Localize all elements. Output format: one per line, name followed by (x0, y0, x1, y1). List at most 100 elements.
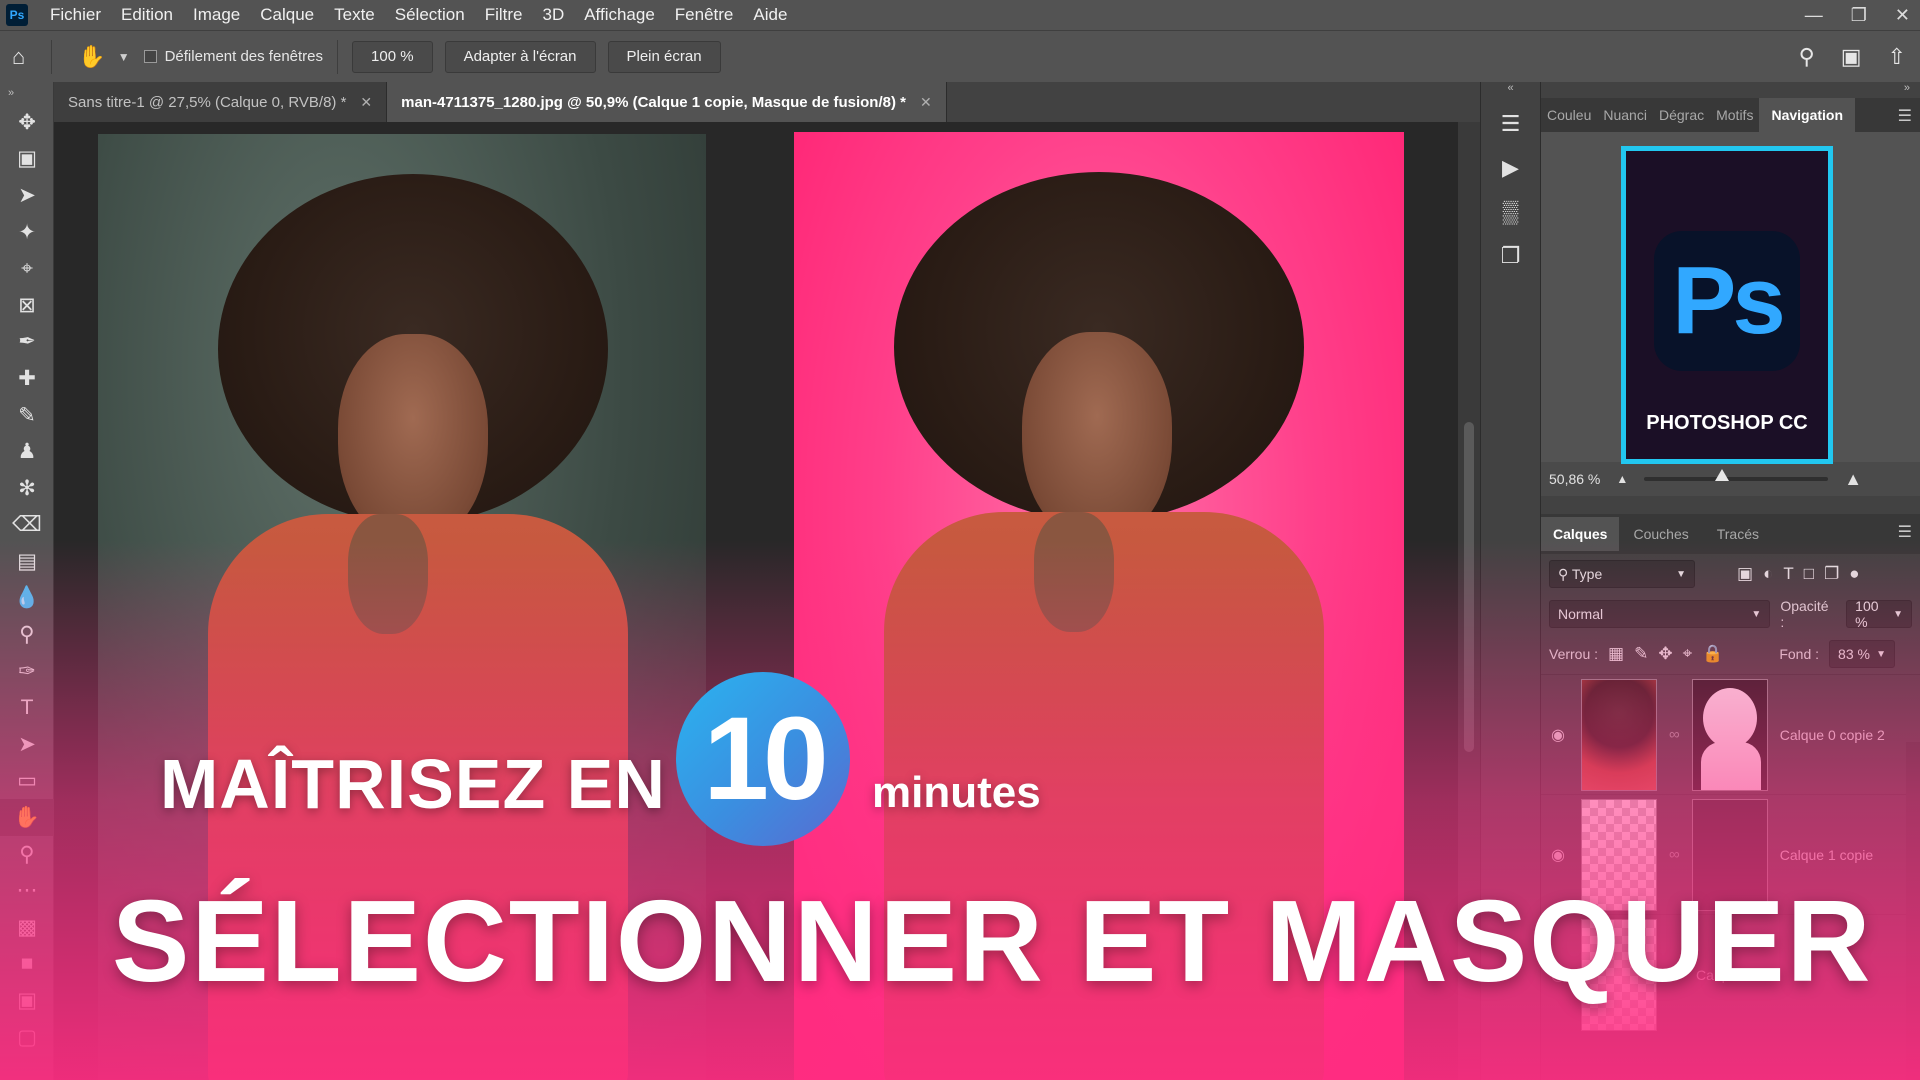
home-icon[interactable]: ⌂ (12, 44, 25, 70)
brush-tool-icon[interactable]: ✎ (0, 397, 54, 434)
collapse-icon[interactable]: » (0, 82, 53, 104)
menu-calque[interactable]: Calque (250, 5, 324, 25)
blur-tool-icon[interactable]: 💧 (0, 580, 54, 617)
layers-scrollbar[interactable] (1906, 742, 1920, 1080)
lock-all-icon[interactable]: 🔒 (1702, 644, 1723, 664)
layer-mask-thumbnail[interactable] (1691, 678, 1768, 791)
zoom-tool-icon[interactable]: ⚲ (0, 836, 54, 873)
vertical-scrollbar[interactable] (1458, 122, 1480, 1080)
tab-color[interactable]: Couleu (1541, 98, 1597, 132)
full-screen-button[interactable]: Plein écran (607, 40, 721, 73)
quick-selection-tool-icon[interactable]: ✦ (0, 214, 54, 251)
lock-pixels-icon[interactable]: ✎ (1634, 644, 1648, 664)
dodge-tool-icon[interactable]: ⚲ (0, 616, 54, 653)
lock-position-icon[interactable]: ✥ (1658, 644, 1672, 664)
opacity-input[interactable]: 100 % ▼ (1846, 598, 1912, 630)
tab-patterns[interactable]: Motifs (1710, 98, 1759, 132)
marquee-tool-icon[interactable]: ▣ (0, 141, 54, 178)
default-colors-icon[interactable]: ▩ (0, 909, 54, 946)
checkbox-box[interactable] (143, 50, 157, 63)
filter-adjustment-icon[interactable]: ◐ (1763, 564, 1773, 584)
path-selection-tool-icon[interactable]: ➤ (0, 726, 54, 763)
document-canvas[interactable] (54, 122, 1480, 1080)
lock-transparency-icon[interactable]: ▦ (1608, 644, 1624, 664)
hand-tool-icon[interactable]: ✋ (0, 799, 54, 836)
menu-filtre[interactable]: Filtre (475, 5, 533, 25)
menu-edition[interactable]: Edition (111, 5, 183, 25)
frame-tool-icon[interactable]: ⊠ (0, 287, 54, 324)
restore-icon[interactable]: ❐ (1851, 5, 1867, 26)
move-tool-icon[interactable]: ✥ (0, 104, 54, 141)
zoom-slider-handle[interactable] (1714, 469, 1729, 481)
actions-play-icon[interactable]: ▶ (1488, 148, 1534, 188)
fit-screen-button[interactable]: Adapter à l'écran (444, 40, 596, 73)
collapse-icon[interactable]: » (1541, 82, 1920, 98)
close-icon[interactable]: ✕ (1895, 5, 1910, 26)
layer-name[interactable]: Calque 0 copie 2 (1780, 727, 1885, 743)
foreground-background-color-icon[interactable]: ■ (0, 946, 54, 983)
layer-name[interactable]: Calque 1 copie (1780, 847, 1873, 863)
layer-row[interactable]: ◉ ∞ Calque 1 copie (1541, 794, 1920, 914)
layer-filter-select[interactable]: ⚲ Type ▼ (1549, 560, 1695, 588)
layer-row[interactable]: ◉ ∞ Calque 0 copie 2 (1541, 674, 1920, 794)
menu-texte[interactable]: Texte (324, 5, 385, 25)
filter-toggle-icon[interactable]: ● (1849, 564, 1859, 584)
collapse-icon[interactable]: « (1481, 82, 1540, 100)
scroll-all-windows-checkbox[interactable]: Défilement des fenêtres (143, 48, 323, 65)
lock-artboard-icon[interactable]: ⌖ (1683, 644, 1693, 664)
screen-mode-icon[interactable]: ▢ (0, 1019, 54, 1056)
zoom-value[interactable]: 50,86 % (1549, 471, 1600, 487)
crop-tool-icon[interactable]: ⌖ (0, 250, 54, 287)
workspace-icon[interactable]: ▣ (1841, 44, 1862, 70)
share-icon[interactable]: ⇧ (1888, 44, 1906, 70)
menu-image[interactable]: Image (183, 5, 250, 25)
scrollbar-thumb[interactable] (1464, 422, 1474, 752)
close-icon[interactable]: ✕ (920, 94, 932, 111)
eyedropper-tool-icon[interactable]: ✒ (0, 324, 54, 361)
navigator-thumbnail[interactable]: Ps PHOTOSHOP CC (1621, 146, 1833, 464)
navigator-preview[interactable]: Ps PHOTOSHOP CC (1541, 132, 1920, 464)
layer-thumbnail[interactable] (1581, 678, 1657, 791)
tab-gradients[interactable]: Dégrac (1653, 98, 1710, 132)
chevron-down-icon[interactable]: ▼ (118, 50, 130, 64)
visibility-eye-icon[interactable]: ◉ (1551, 845, 1569, 865)
tab-document-2[interactable]: man-4711375_1280.jpg @ 50,9% (Calque 1 c… (387, 82, 947, 122)
menu-affichage[interactable]: Affichage (574, 5, 665, 25)
gradient-tool-icon[interactable]: ▤ (0, 543, 54, 580)
tab-document-1[interactable]: Sans titre-1 @ 27,5% (Calque 0, RVB/8) *… (54, 82, 388, 122)
layer-thumbnail[interactable] (1581, 918, 1657, 1031)
link-chain-icon[interactable]: ∞ (1669, 726, 1680, 743)
visibility-eye-icon[interactable]: ◉ (1551, 725, 1569, 745)
histogram-icon[interactable]: ▒ (1488, 192, 1534, 232)
hand-tool-icon[interactable]: ✋ (78, 44, 105, 70)
tab-navigation[interactable]: Navigation (1759, 98, 1856, 132)
pen-tool-icon[interactable]: ✑ (0, 653, 54, 690)
filter-type-icon[interactable]: T (1783, 564, 1793, 584)
zoom-in-icon[interactable]: ▲ (1844, 469, 1862, 490)
menu-3d[interactable]: 3D (532, 5, 574, 25)
layer-row[interactable]: ◉ Calque 1 (1541, 914, 1920, 1034)
stamp-tool-icon[interactable]: ♟ (0, 433, 54, 470)
link-chain-icon[interactable]: ∞ (1669, 846, 1680, 863)
menu-fenetre[interactable]: Fenêtre (665, 5, 744, 25)
fill-input[interactable]: 83 % ▼ (1829, 640, 1896, 668)
filter-shape-icon[interactable]: □ (1804, 564, 1814, 584)
healing-brush-tool-icon[interactable]: ✚ (0, 360, 54, 397)
tab-swatches[interactable]: Nuanci (1597, 98, 1653, 132)
lasso-tool-icon[interactable]: ➤ (0, 177, 54, 214)
tab-channels[interactable]: Couches (1619, 517, 1702, 551)
libraries-icon[interactable]: ❐ (1488, 236, 1534, 276)
search-icon[interactable]: ⚲ (1799, 44, 1815, 70)
layer-mask-thumbnail[interactable] (1691, 798, 1768, 911)
menu-aide[interactable]: Aide (743, 5, 797, 25)
zoom-100-button[interactable]: 100 % (352, 40, 433, 73)
quick-mask-icon[interactable]: ▣ (0, 982, 54, 1019)
more-tools-icon[interactable]: ⋯ (0, 872, 54, 909)
menu-fichier[interactable]: Fichier (40, 5, 111, 25)
minimize-icon[interactable]: — (1805, 5, 1823, 26)
eraser-tool-icon[interactable]: ⌫ (0, 507, 54, 544)
filter-smart-object-icon[interactable]: ❐ (1824, 564, 1839, 584)
rectangle-tool-icon[interactable]: ▭ (0, 763, 54, 800)
type-tool-icon[interactable]: T (0, 690, 54, 727)
filter-pixel-icon[interactable]: ▣ (1737, 564, 1753, 584)
